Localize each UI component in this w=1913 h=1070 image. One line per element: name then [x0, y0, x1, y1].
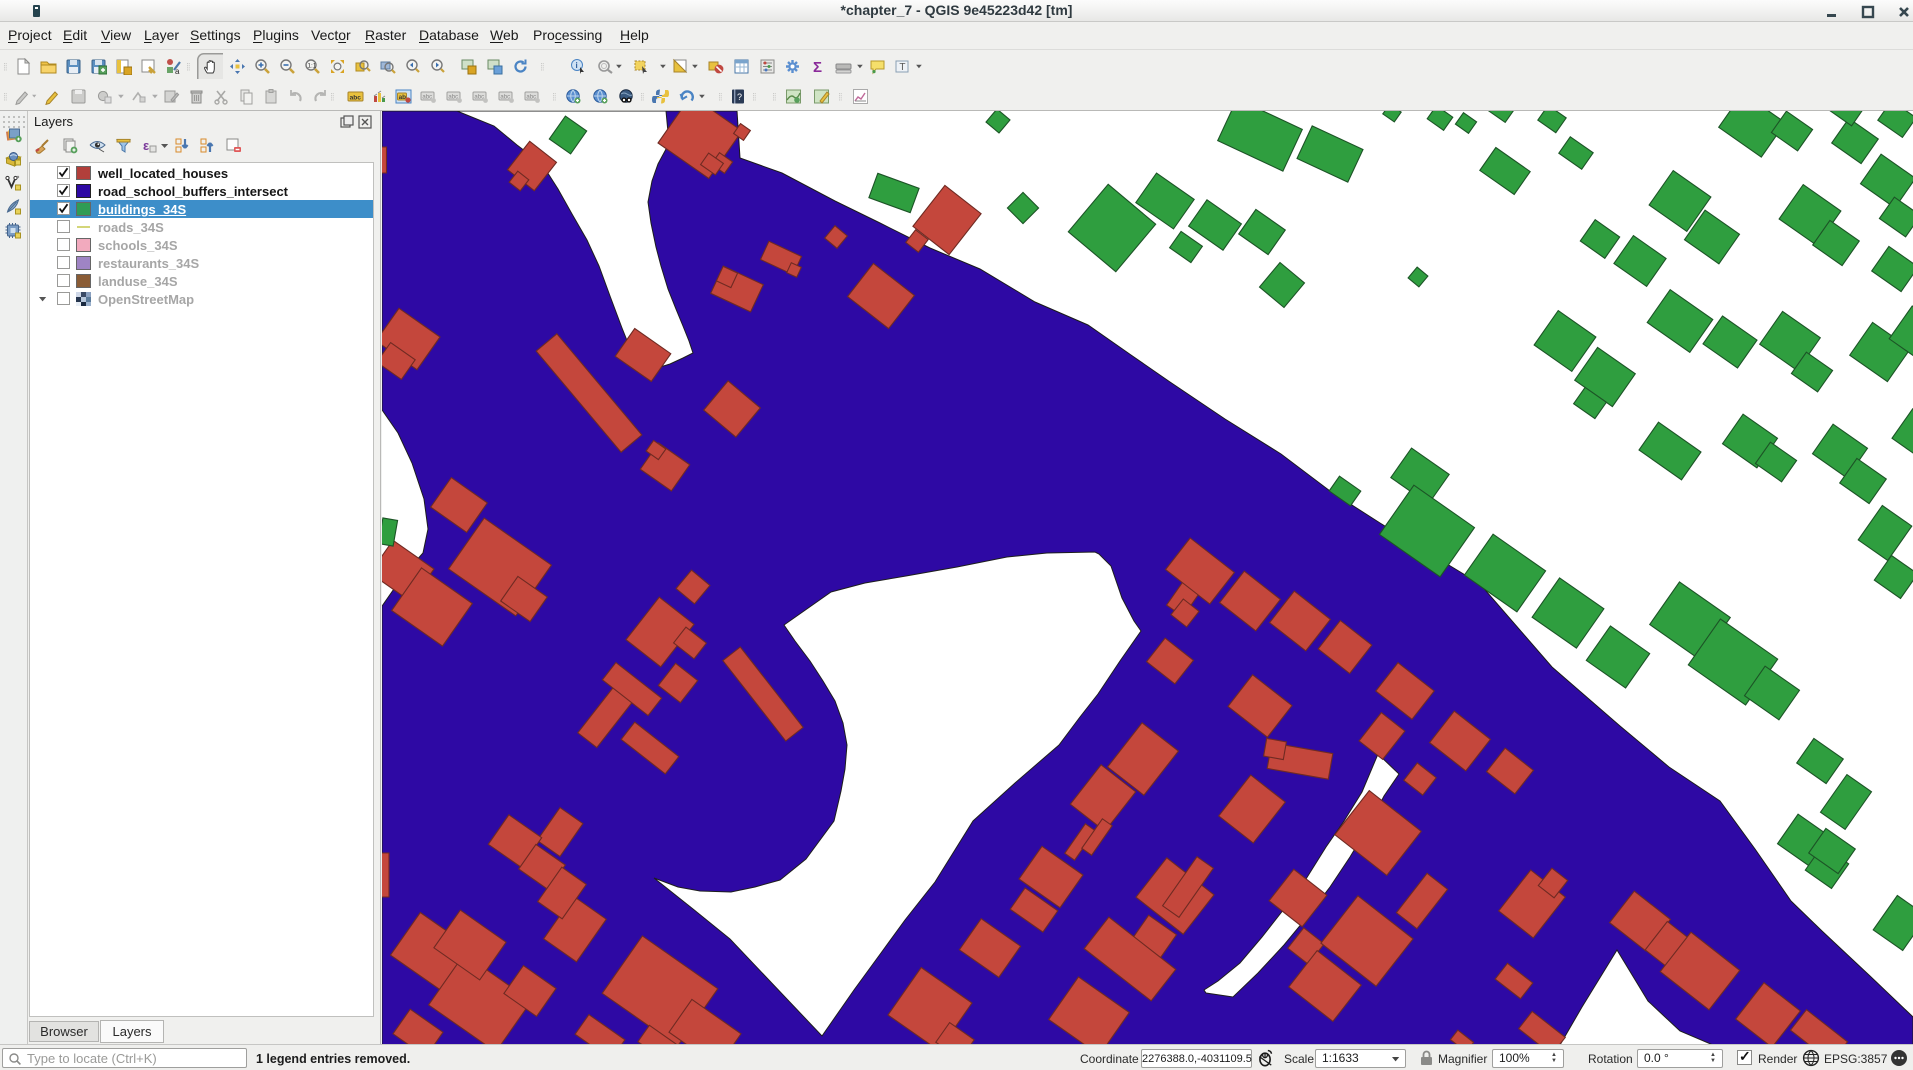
svg-text:Σ: Σ	[813, 59, 822, 75]
svg-text:?: ?	[737, 92, 742, 102]
svg-text:abc: abc	[422, 95, 432, 101]
svg-text:ε: ε	[143, 138, 149, 153]
svg-text:1:1: 1:1	[307, 63, 316, 70]
svg-text:i: i	[576, 61, 578, 70]
svg-text:abc: abc	[500, 95, 510, 101]
svg-text:abc: abc	[526, 95, 536, 101]
svg-text:abc: abc	[448, 95, 458, 101]
svg-text:ab: ab	[399, 94, 407, 101]
svg-text:abc: abc	[474, 95, 484, 101]
svg-text:a: a	[175, 67, 180, 75]
svg-text:T: T	[899, 62, 905, 73]
svg-text:abc: abc	[350, 94, 362, 101]
